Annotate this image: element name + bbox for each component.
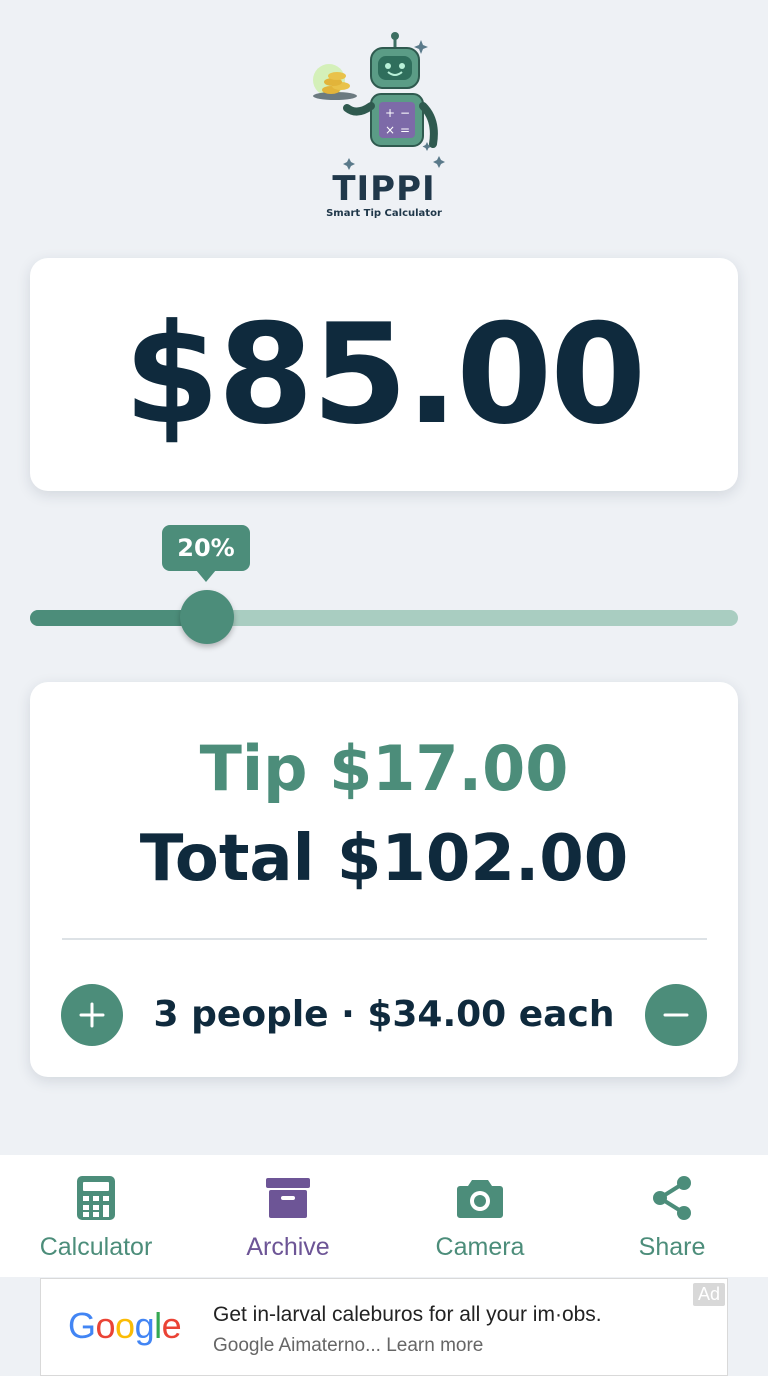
tip-slider[interactable]: 20%: [30, 525, 738, 655]
ad-banner[interactable]: Ad Google Get in-larval caleburos for al…: [40, 1278, 728, 1376]
nav-label-archive: Archive: [246, 1233, 330, 1261]
calculator-icon: [71, 1173, 121, 1223]
app-title: TIPPI: [332, 169, 436, 209]
svg-text:+: +: [385, 106, 395, 120]
total-amount: Total $102.00: [139, 822, 629, 896]
slider-thumb[interactable]: [180, 590, 234, 644]
add-person-button[interactable]: [61, 984, 123, 1046]
bill-amount[interactable]: $85.00: [124, 294, 647, 455]
tip-percent-badge: 20%: [162, 525, 250, 582]
remove-person-button[interactable]: [645, 984, 707, 1046]
nav-label-calculator: Calculator: [39, 1233, 153, 1261]
bottom-nav: Calculator Archive Camera Share: [0, 1155, 768, 1277]
app-logo: + − × = TIPPI Smart Tip Calculator: [0, 30, 768, 220]
camera-icon: [455, 1173, 505, 1223]
ad-tag: Ad: [692, 1283, 725, 1306]
app-tagline: Smart Tip Calculator: [326, 208, 442, 219]
svg-text:−: −: [400, 106, 410, 120]
google-logo: Google: [68, 1305, 182, 1346]
ad-subline[interactable]: Google Aimaterno... Learn more: [213, 1335, 483, 1357]
nav-item-archive[interactable]: Archive: [192, 1155, 384, 1277]
nav-item-share[interactable]: Share: [576, 1155, 768, 1277]
nav-item-camera[interactable]: Camera: [384, 1155, 576, 1277]
result-card: Tip $17.00 Total $102.00 3 people · $34.…: [30, 682, 738, 1077]
share-icon: [647, 1173, 697, 1223]
nav-label-share: Share: [638, 1233, 706, 1261]
plus-icon: [79, 1002, 105, 1028]
nav-label-camera: Camera: [435, 1233, 525, 1261]
robot-mascot-icon: + − × =: [313, 32, 445, 170]
svg-text:×: ×: [385, 123, 395, 137]
bill-amount-card[interactable]: $85.00: [30, 258, 738, 491]
svg-text:=: =: [400, 123, 410, 137]
minus-icon: [663, 1013, 689, 1017]
nav-item-calculator[interactable]: Calculator: [0, 1155, 192, 1277]
tip-amount: Tip $17.00: [199, 732, 569, 805]
split-summary: 3 people · $34.00 each: [153, 994, 615, 1035]
archive-icon: [263, 1173, 313, 1223]
divider: [62, 938, 707, 940]
slider-track[interactable]: [30, 610, 738, 626]
ad-headline[interactable]: Get in-larval caleburos for all your im·…: [213, 1303, 602, 1327]
